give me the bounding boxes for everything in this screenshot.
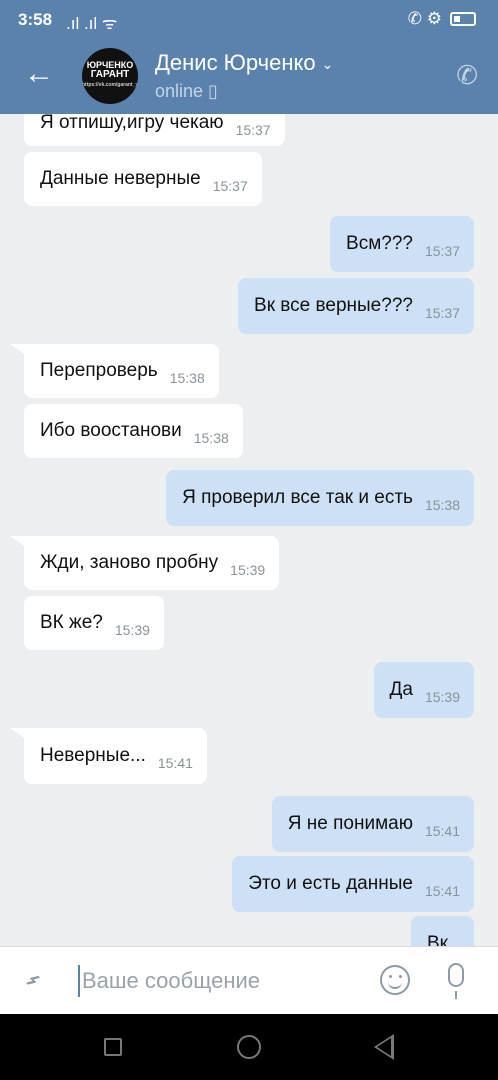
message-text: Всм???: [346, 233, 413, 254]
home-button[interactable]: [237, 1035, 261, 1059]
message-text: Да: [389, 679, 413, 700]
phone-icon[interactable]: ✆: [456, 60, 478, 91]
avatar[interactable]: ЮРЧЕНКО ГАРАНТ https://vk.com/garant_yrc…: [82, 48, 138, 104]
battery-icon: [450, 12, 476, 26]
chat-header: ← ЮРЧЕНКО ГАРАНТ https://vk.com/garant_y…: [0, 38, 498, 114]
message-text: Это и есть данные: [248, 873, 413, 894]
message-time: 15:37: [212, 178, 248, 194]
message-time: 15:39: [424, 689, 460, 705]
message-time: 15:38: [424, 497, 460, 513]
message-list[interactable]: Я отпишу,игру чекаю 15:37 Данные неверные…: [0, 114, 498, 946]
nav-back-button[interactable]: [374, 1034, 394, 1060]
message-outgoing[interactable]: Вк: [411, 916, 474, 946]
message-incoming[interactable]: Данные неверные 15:37: [24, 152, 262, 206]
message-outgoing[interactable]: Вк все верные??? 15:37: [238, 278, 474, 334]
message-text: Ибо воостанови: [40, 420, 182, 441]
recents-button[interactable]: [104, 1038, 122, 1056]
status-time: 3:58: [18, 10, 53, 29]
message-text: Жди, заново пробну: [40, 552, 219, 573]
message-incoming[interactable]: Ибо воостанови 15:38: [24, 404, 243, 458]
system-nav-bar: [0, 1014, 498, 1080]
contact-name[interactable]: Денис Юрченко ⌄: [155, 50, 333, 76]
message-time: 15:39: [230, 562, 266, 578]
message-incoming[interactable]: Жди, заново пробну 15:39: [24, 536, 280, 590]
status-icons: ✆ ⚙: [408, 9, 476, 29]
message-outgoing[interactable]: Я не понимаю 15:41: [271, 796, 474, 852]
message-time: 15:37: [424, 305, 460, 321]
signal-icon: .ıl .ıl ᯤ: [66, 14, 118, 33]
contact-name-text: Денис Юрченко: [155, 50, 316, 75]
message-input-bar: ⌁ Ваше сообщение: [0, 946, 498, 1014]
message-text: Неверные...: [40, 745, 146, 766]
message-incoming[interactable]: Перепроверь 15:38: [24, 344, 219, 398]
message-text: Вк: [427, 933, 448, 946]
status-bar: 3:58 .ıl .ıl ᯤ ✆ ⚙: [0, 0, 498, 38]
message-text: Данные неверные: [40, 168, 201, 189]
paperclip-icon[interactable]: ⌁: [15, 962, 50, 997]
message-time: 15:38: [169, 370, 205, 386]
message-time: 15:39: [114, 622, 150, 638]
message-input[interactable]: Ваше сообщение: [78, 965, 358, 997]
message-time: 15:41: [424, 823, 460, 839]
message-text: Перепроверь: [40, 360, 158, 381]
message-text: Вк все верные???: [254, 295, 413, 316]
message-incoming[interactable]: ВК же? 15:39: [24, 596, 164, 650]
message-time: 15:41: [424, 883, 460, 899]
message-time: 15:41: [157, 755, 193, 771]
avatar-text-line3: https://vk.com/garant_yrchen: [82, 82, 138, 88]
message-incoming[interactable]: Неверные... 15:41: [24, 728, 207, 784]
message-outgoing[interactable]: Да 15:39: [373, 662, 474, 718]
message-text: Я отпишу,игру чекаю: [40, 114, 224, 133]
message-text: Я проверил все так и есть: [182, 487, 413, 508]
avatar-text-line2: ГАРАНТ: [90, 69, 130, 80]
back-arrow-icon[interactable]: ←: [24, 56, 56, 92]
smile-icon[interactable]: [380, 965, 410, 995]
message-time: 15:38: [193, 430, 229, 446]
message-outgoing[interactable]: Это и есть данные 15:41: [232, 856, 474, 912]
message-text: ВК же?: [40, 612, 103, 633]
message-outgoing[interactable]: Всм??? 15:37: [330, 216, 474, 272]
message-time: 15:37: [424, 243, 460, 259]
system-icons: ✆ ⚙: [407, 9, 442, 28]
chevron-down-icon[interactable]: ⌄: [322, 56, 334, 72]
microphone-icon[interactable]: [448, 963, 464, 999]
online-status: online ▯: [155, 81, 218, 101]
message-time: 15:37: [235, 122, 271, 138]
message-outgoing[interactable]: Я проверил все так и есть 15:38: [166, 470, 474, 526]
message-text: Я не понимаю: [287, 813, 413, 834]
message-incoming[interactable]: Я отпишу,игру чекаю 15:37: [24, 114, 285, 146]
